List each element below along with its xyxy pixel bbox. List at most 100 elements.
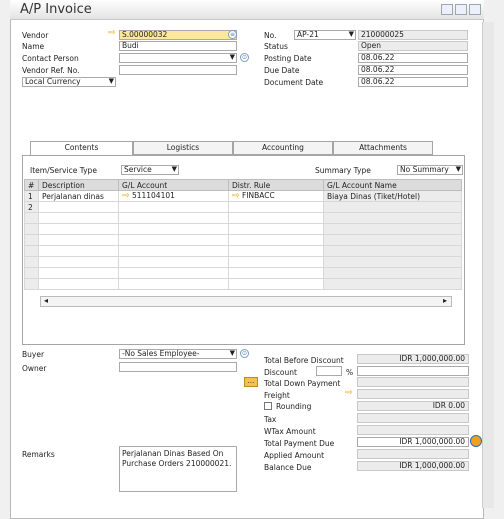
rounding-checkbox[interactable] <box>264 402 272 410</box>
posting-date-field[interactable]: 08.06.22 <box>358 53 468 63</box>
total-payment-due-value: IDR 1,000,000.00 <box>357 437 469 447</box>
discount-percent-field[interactable] <box>316 366 342 376</box>
currency-select[interactable]: Local Currency ▼ <box>22 77 116 87</box>
window-scrollbar[interactable] <box>482 22 494 508</box>
column-header[interactable]: Description <box>38 179 119 191</box>
item-type-select[interactable]: Service ▼ <box>121 165 179 175</box>
chevron-down-icon: ▼ <box>348 30 354 38</box>
contact-person-select[interactable]: ▼ <box>119 53 237 63</box>
currency-coin-icon[interactable] <box>470 435 482 447</box>
vendor-field[interactable]: S.00000032 <box>119 30 237 40</box>
scroll-right-icon[interactable]: ▸ <box>443 296 447 305</box>
window-title: A/P Invoice <box>20 2 92 17</box>
owner-field[interactable] <box>119 362 237 372</box>
distr-rule-cell[interactable] <box>228 201 324 213</box>
gl-account-cell[interactable]: ⇨ 511104101 <box>118 190 229 202</box>
row-number: 2 <box>24 201 39 213</box>
tab-attachments[interactable]: Attachments <box>333 141 433 155</box>
maximize-icon[interactable] <box>455 4 467 15</box>
contents-table: # Description G/L Account Distr. Rule G/… <box>24 179 462 290</box>
column-header[interactable]: G/L Account Name <box>323 179 462 191</box>
tab-logistics[interactable]: Logistics <box>133 141 233 155</box>
no-label: No. <box>264 31 277 40</box>
due-date-label: Due Date <box>264 66 300 75</box>
link-arrow-icon[interactable]: ⇨ <box>108 28 116 38</box>
rounding-value: IDR 0.00 <box>357 401 469 411</box>
scroll-left-icon[interactable]: ◂ <box>44 296 48 305</box>
status-field: Open <box>358 41 468 51</box>
close-icon[interactable] <box>469 4 481 15</box>
percent-symbol: % <box>346 368 354 377</box>
table-row[interactable]: 1 Perjalanan dinas ⇨ 511104101 ⇨ FINBACC… <box>24 190 462 202</box>
column-header[interactable]: G/L Account <box>118 179 229 191</box>
choose-from-list-icon[interactable]: ≡ <box>228 30 237 39</box>
doc-number-field: 210000025 <box>358 30 468 40</box>
due-date-field[interactable]: 08.06.22 <box>358 65 468 75</box>
gl-account-cell[interactable] <box>118 201 229 213</box>
down-payment-button[interactable]: ... <box>244 377 258 387</box>
table-row[interactable]: 2 <box>24 201 462 213</box>
table-header-row: # Description G/L Account Distr. Rule G/… <box>24 179 462 191</box>
total-before-discount-value: IDR 1,000,000.00 <box>357 354 469 364</box>
column-header: # <box>24 179 39 191</box>
freight-label: Freight <box>264 391 290 400</box>
chevron-down-icon: ▼ <box>171 165 177 173</box>
remarks-textarea[interactable]: Perjalanan Dinas Based On Purchase Order… <box>119 446 237 492</box>
discount-amount-field[interactable] <box>357 366 469 376</box>
total-down-payment-label: Total Down Payment <box>264 379 341 388</box>
freight-value <box>357 389 469 399</box>
table-row[interactable] <box>24 278 462 290</box>
document-date-field[interactable]: 08.06.22 <box>358 77 468 87</box>
table-row[interactable] <box>24 234 462 246</box>
info-icon[interactable]: ⊙ <box>240 53 249 62</box>
link-arrow-icon[interactable]: ⇨ <box>122 192 130 201</box>
balance-due-value: IDR 1,000,000.00 <box>357 461 469 471</box>
wtax-amount-label: WTax Amount <box>264 427 316 436</box>
tab-contents[interactable]: Contents <box>30 141 133 156</box>
vendor-ref-label: Vendor Ref. No. <box>22 66 80 75</box>
gl-name-cell: Biaya Dinas (Tiket/Hotel) <box>323 190 462 202</box>
minimize-icon[interactable] <box>441 4 453 15</box>
total-down-payment-value <box>357 377 469 387</box>
chevron-down-icon: ▼ <box>108 77 114 85</box>
applied-amount-label: Applied Amount <box>264 451 325 460</box>
column-header[interactable]: Distr. Rule <box>228 179 324 191</box>
series-select[interactable]: AP-21 ▼ <box>294 30 356 40</box>
buyer-label: Buyer <box>22 350 45 359</box>
chevron-down-icon: ▼ <box>455 165 461 173</box>
table-row[interactable] <box>24 223 462 235</box>
balance-due-label: Balance Due <box>264 463 312 472</box>
tax-label: Tax <box>264 415 277 424</box>
summary-type-label: Summary Type <box>315 166 371 175</box>
table-horizontal-scrollbar[interactable] <box>40 296 452 307</box>
distr-rule-cell[interactable]: ⇨ FINBACC <box>228 190 324 202</box>
description-cell[interactable]: Perjalanan dinas <box>38 190 119 202</box>
document-date-label: Document Date <box>264 78 324 87</box>
table-row[interactable] <box>24 267 462 279</box>
table-row[interactable] <box>24 256 462 268</box>
contact-person-label: Contact Person <box>22 54 79 63</box>
item-type-label: Item/Service Type <box>30 166 97 175</box>
name-field[interactable]: Budi <box>119 41 237 51</box>
rounding-label: Rounding <box>276 402 312 411</box>
chevron-down-icon: ▼ <box>229 349 235 357</box>
table-row[interactable] <box>24 245 462 257</box>
chevron-down-icon: ▼ <box>229 53 235 61</box>
tab-accounting[interactable]: Accounting <box>233 141 333 155</box>
gl-name-cell <box>323 201 462 213</box>
posting-date-label: Posting Date <box>264 54 312 63</box>
vendor-ref-field[interactable] <box>119 65 237 75</box>
applied-amount-value <box>357 449 469 459</box>
buyer-select[interactable]: -No Sales Employee- ▼ <box>119 349 237 359</box>
owner-label: Owner <box>22 364 47 373</box>
summary-type-select[interactable]: No Summary ▼ <box>397 165 463 175</box>
description-cell[interactable] <box>38 201 119 213</box>
row-number: 1 <box>24 190 39 202</box>
status-label: Status <box>264 42 288 51</box>
table-row[interactable] <box>24 212 462 224</box>
total-before-discount-label: Total Before Discount <box>264 356 344 365</box>
link-arrow-icon[interactable]: ⇨ <box>345 388 353 398</box>
remarks-label: Remarks <box>22 450 55 459</box>
info-icon[interactable]: ⊙ <box>240 349 249 358</box>
link-arrow-icon[interactable]: ⇨ <box>232 192 240 201</box>
